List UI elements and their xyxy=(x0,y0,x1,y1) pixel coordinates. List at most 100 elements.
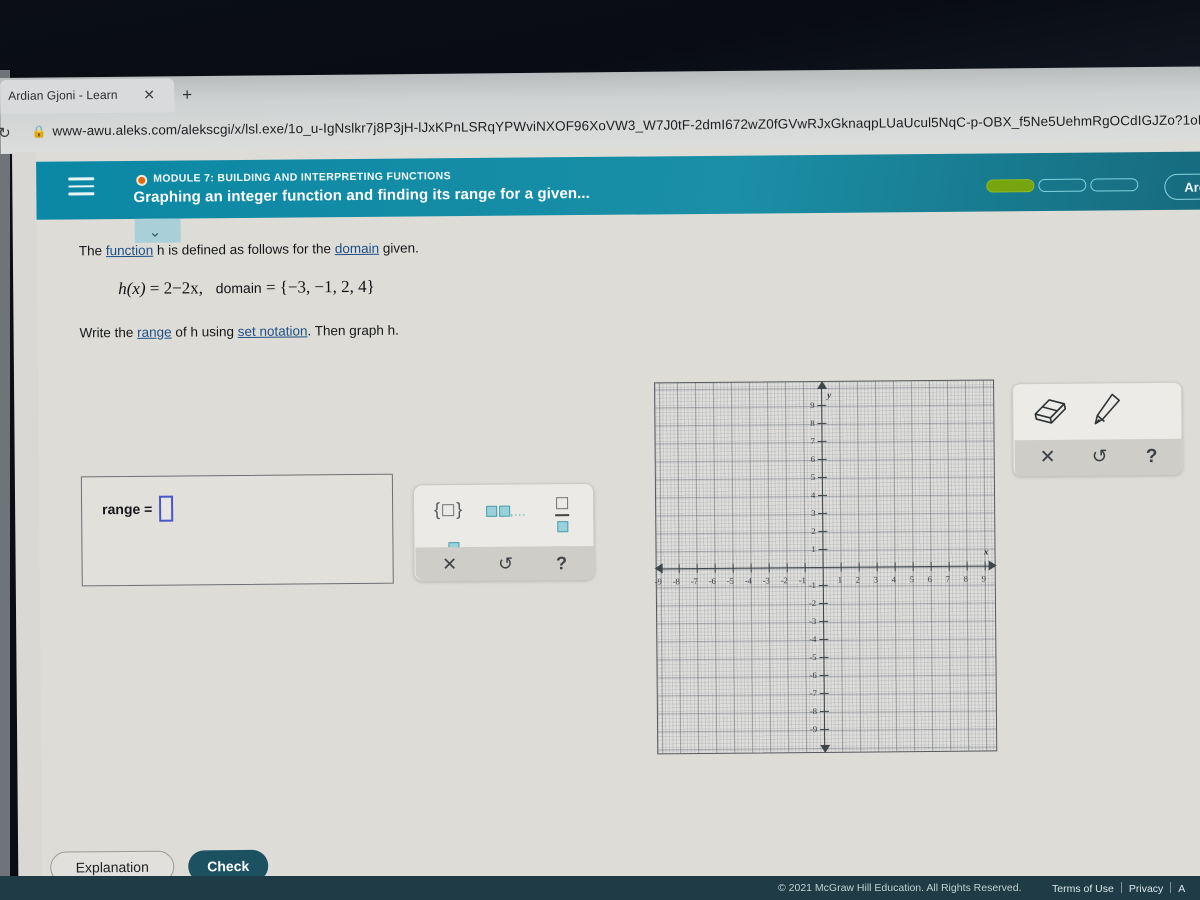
x-tick-label: 3 xyxy=(873,574,879,585)
x-tick xyxy=(696,564,698,574)
footer-link-privacy[interactable]: Privacy xyxy=(1122,883,1170,895)
math-palette: {} ,... ✕ ↺ ? xyxy=(412,482,595,582)
lesson-header: MODULE 7: BUILDING AND INTERPRETING FUNC… xyxy=(36,151,1200,220)
tab-title: Ardian Gjoni - Learn xyxy=(8,87,118,103)
hamburger-icon[interactable] xyxy=(68,177,95,197)
x-tick xyxy=(966,561,968,571)
module-status-icon xyxy=(136,174,148,186)
lock-icon: 🔒 xyxy=(31,124,47,139)
browser-chrome: Ardian Gjoni - Learn ✕ + ↻ 🔒 www-awu.ale… xyxy=(0,66,1200,154)
x-tick xyxy=(678,564,680,574)
footer-link-a[interactable]: A xyxy=(1171,883,1192,895)
new-tab-icon[interactable]: + xyxy=(178,85,196,104)
y-tick xyxy=(818,494,828,496)
y-tick-label: -2 xyxy=(808,598,817,609)
user-name: Ardia xyxy=(1184,179,1200,195)
y-tick-label: 2 xyxy=(811,526,816,537)
equation-argument: (x) xyxy=(126,278,146,299)
x-tick-label: -7 xyxy=(690,576,698,587)
text-fragment: h is defined as follows for the xyxy=(153,241,335,258)
link-range[interactable]: range xyxy=(137,325,172,340)
progress-segment-3 xyxy=(1090,178,1139,192)
y-tick xyxy=(820,728,830,730)
y-tick-label: -6 xyxy=(809,669,817,681)
answer-box: range = xyxy=(80,473,394,587)
list-button[interactable]: ,... xyxy=(486,503,526,521)
x-tick xyxy=(750,563,752,573)
x-tick-label: -4 xyxy=(744,575,752,586)
x-tick-label: -3 xyxy=(762,575,770,586)
x-tick xyxy=(714,563,716,573)
pencil-icon[interactable] xyxy=(1089,391,1123,432)
range-input[interactable] xyxy=(159,495,174,522)
x-tick xyxy=(804,563,806,573)
tools-help-icon[interactable]: ? xyxy=(1133,444,1171,470)
problem-equation: h(x) = 2−2x, domain = {−3, −1, 2, 4} xyxy=(118,277,375,299)
equation-domain-label: domain xyxy=(215,279,262,297)
url-text[interactable]: www-awu.aleks.com/alekscgi/x/lsl.exe/1o_… xyxy=(52,112,1200,138)
x-tick xyxy=(840,562,842,572)
y-tick xyxy=(817,404,827,406)
fraction-button[interactable] xyxy=(555,494,570,536)
x-tick xyxy=(858,562,860,572)
tools-clear-icon[interactable]: ✕ xyxy=(1029,445,1067,471)
module-label: MODULE 7: BUILDING AND INTERPRETING FUNC… xyxy=(153,170,451,185)
text-fragment: Write the xyxy=(79,324,138,341)
palette-help-icon[interactable]: ? xyxy=(544,551,580,575)
footer-link-terms[interactable]: Terms of Use xyxy=(1045,883,1121,895)
y-tick-label: -3 xyxy=(809,616,817,627)
x-tick-label: 8 xyxy=(963,573,969,584)
equation-rhs: = 2−2x, xyxy=(149,278,204,298)
math-palette-actions: ✕ ↺ ? xyxy=(415,545,594,581)
y-tick xyxy=(817,440,827,442)
y-tick-label: 1 xyxy=(811,544,816,555)
x-axis-arrow-right xyxy=(988,560,997,571)
y-tick xyxy=(817,422,827,424)
x-tick xyxy=(768,563,770,573)
eraser-icon[interactable] xyxy=(1031,394,1071,429)
y-tick xyxy=(818,530,828,532)
collapse-toggle[interactable]: ⌄ xyxy=(134,218,181,243)
x-tick-label: -1 xyxy=(798,575,806,586)
link-set-notation[interactable]: set notation xyxy=(238,323,308,339)
y-tick xyxy=(817,476,827,478)
y-tick-label: 8 xyxy=(810,418,815,429)
equation-function-name: h xyxy=(118,279,127,299)
y-axis-arrow-up xyxy=(817,380,828,389)
y-tick xyxy=(819,656,829,658)
y-tick-label: -7 xyxy=(809,687,817,699)
palette-clear-icon[interactable]: ✕ xyxy=(432,552,468,576)
x-tick-label: 5 xyxy=(909,574,915,585)
chevron-down-icon: ⌄ xyxy=(148,223,162,241)
x-tick-label: 4 xyxy=(891,574,897,585)
x-tick-label: 9 xyxy=(981,573,987,584)
screen-bezel-left xyxy=(0,70,10,900)
browser-tab[interactable]: Ardian Gjoni - Learn ✕ xyxy=(0,78,175,114)
x-tick xyxy=(930,561,932,571)
palette-undo-icon[interactable]: ↺ xyxy=(488,552,524,576)
x-tick xyxy=(732,563,734,573)
close-icon[interactable]: ✕ xyxy=(141,86,157,103)
x-tick xyxy=(984,561,986,571)
x-tick xyxy=(948,561,950,571)
y-axis-arrow-down xyxy=(820,744,831,753)
tools-undo-icon[interactable]: ↺ xyxy=(1081,444,1119,470)
text-fragment: of h using xyxy=(171,324,238,340)
y-tick-label: 9 xyxy=(810,400,815,411)
link-domain[interactable]: domain xyxy=(335,241,379,256)
y-tick-label: 4 xyxy=(810,490,816,501)
reload-icon[interactable]: ↻ xyxy=(0,124,15,144)
problem-line-3: Write the range of h using set notation.… xyxy=(80,323,399,341)
y-tick-label: 3 xyxy=(811,508,816,519)
link-function[interactable]: function xyxy=(106,243,153,258)
text-fragment: given. xyxy=(378,240,419,256)
page-title: Graphing an integer function and finding… xyxy=(133,184,590,206)
progress-indicator xyxy=(986,178,1139,193)
y-tick xyxy=(819,620,829,622)
problem-line-1: The function h is defined as follows for… xyxy=(79,240,419,258)
set-braces-button[interactable]: {} xyxy=(434,499,462,520)
y-tick xyxy=(819,710,829,712)
progress-segment-1 xyxy=(986,179,1035,193)
coordinate-graph[interactable]: x y -9 -8 -7 -6 -5 -4 -3 -2 -1 1 2 3 4 5 6 7 8 9 -9 -8 -7 -6… xyxy=(654,379,998,755)
text-fragment: . Then graph h. xyxy=(307,322,399,339)
